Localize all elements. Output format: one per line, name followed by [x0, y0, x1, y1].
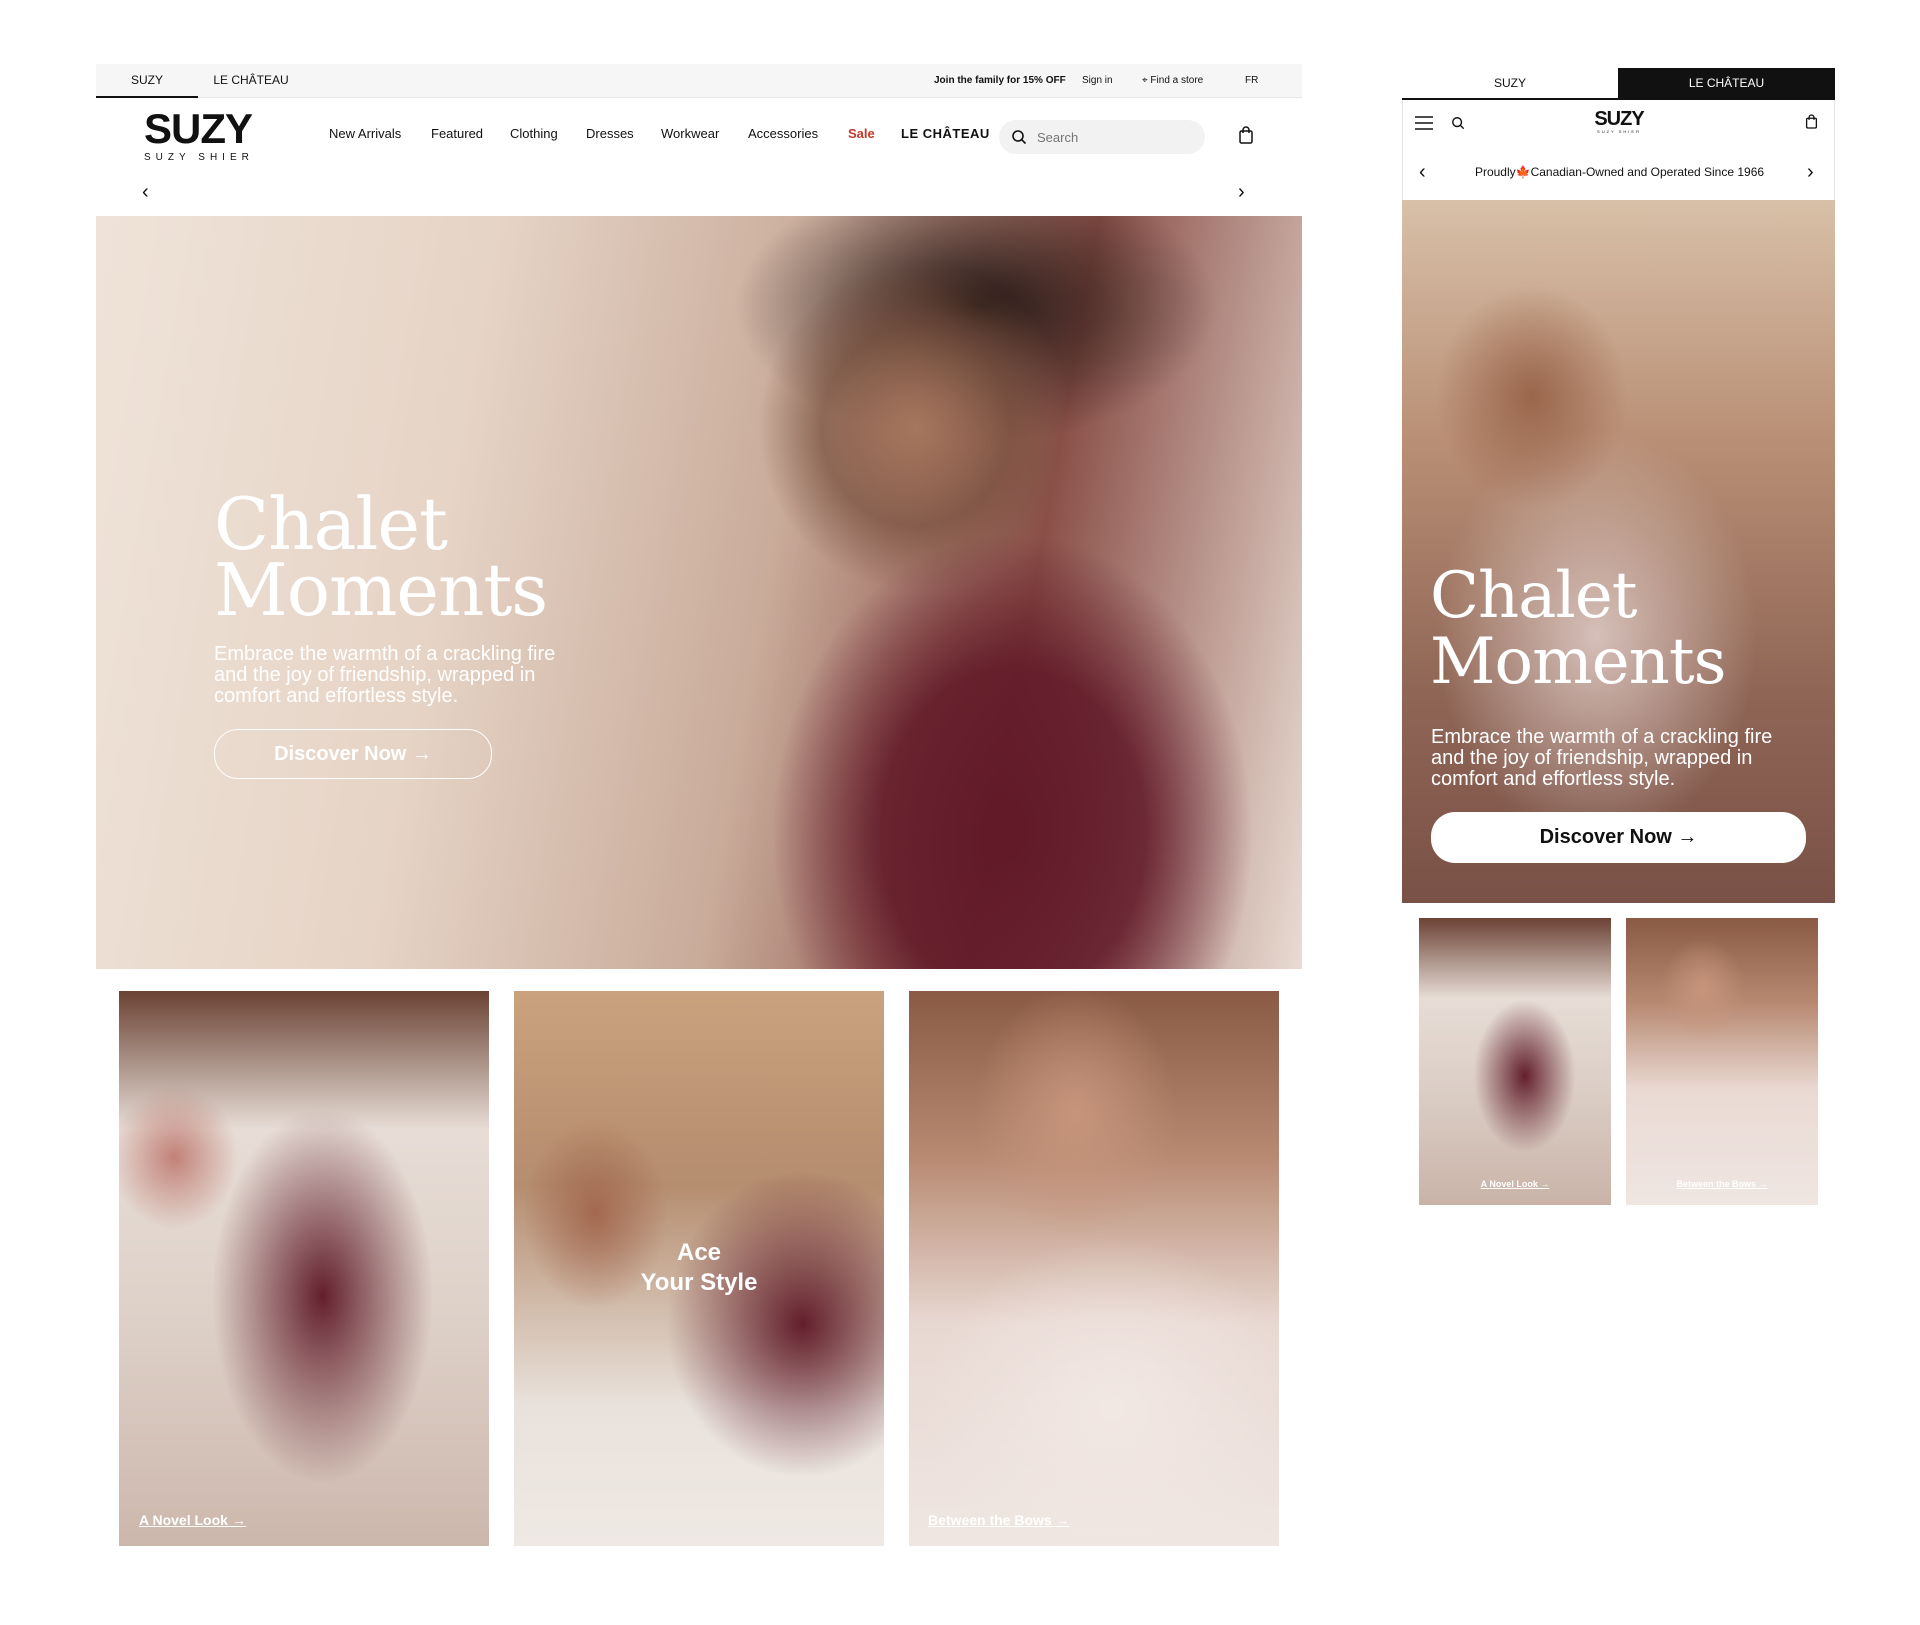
card-link-between-bows[interactable]: Between the Bows →	[928, 1512, 1070, 1528]
mobile-card-novel-look[interactable]: A Novel Look →	[1419, 918, 1611, 1205]
chevron-left-icon[interactable]: ‹	[142, 182, 149, 202]
mobile-hero-title-line2: Moments	[1430, 625, 1726, 699]
card-overlay-line2: Your Style	[640, 1269, 758, 1296]
brand-tab-suzy[interactable]: SUZY	[96, 64, 198, 98]
discover-now-button[interactable]: Discover Now →	[214, 729, 492, 779]
mobile-card-between-bows[interactable]: Between the Bows →	[1626, 918, 1818, 1205]
mobile-hero-banner[interactable]: Chalet Moments Embrace the warmth of a c…	[1402, 200, 1835, 903]
mobile-hero-title-line1: Chalet	[1430, 559, 1637, 633]
chevron-right-icon[interactable]: ›	[1238, 182, 1245, 202]
mobile-hero-subtitle: Embrace the warmth of a crackling fire a…	[1431, 726, 1773, 790]
nav-le-chateau[interactable]: LE CHÂTEAU	[901, 126, 990, 141]
mobile-brand-tabs: SUZY LE CHÂTEAU	[1402, 68, 1835, 100]
bag-icon[interactable]	[1238, 126, 1254, 144]
card-overlay-line1: Ace	[676, 1239, 722, 1266]
pin-icon: ⌖	[1142, 75, 1148, 86]
mobile-tab-suzy[interactable]: SUZY	[1402, 68, 1618, 98]
logo[interactable]: SUZY SUZY SHIER	[144, 105, 254, 164]
promo-join-link[interactable]: Join the family for 15% OFF	[934, 64, 1066, 98]
mobile-header: SUZY SUZY SHIER	[1402, 100, 1835, 148]
nav-sale[interactable]: Sale	[848, 126, 875, 141]
card-ace-your-style[interactable]: Ace Your Style	[514, 991, 884, 1546]
search-icon	[1012, 130, 1027, 145]
nav-new-arrivals[interactable]: New Arrivals	[329, 126, 401, 141]
chevron-right-icon[interactable]: ›	[1807, 162, 1814, 182]
search-icon[interactable]	[1451, 116, 1465, 130]
mobile-logo[interactable]: SUZY SUZY SHIER	[1579, 109, 1659, 134]
mobile-logo-subtitle: SUZY SHIER	[1597, 129, 1641, 134]
mobile-card-link-novel-look[interactable]: A Novel Look →	[1419, 1179, 1611, 1189]
nav-workwear[interactable]: Workwear	[661, 126, 719, 141]
mobile-card-link-between-bows[interactable]: Between the Bows →	[1626, 1179, 1818, 1189]
card-between-bows[interactable]: Between the Bows →	[909, 991, 1279, 1546]
language-toggle[interactable]: FR	[1245, 64, 1258, 98]
brand-tab-le-chateau[interactable]: LE CHÂTEAU	[198, 64, 304, 98]
sign-in-link[interactable]: Sign in	[1082, 64, 1113, 98]
card-link-novel-look[interactable]: A Novel Look →	[139, 1512, 246, 1528]
hero-title-line2: Moments	[214, 548, 548, 632]
nav-clothing[interactable]: Clothing	[510, 126, 558, 141]
search-input[interactable]	[1035, 126, 1195, 148]
desktop-brand-bar: SUZY LE CHÂTEAU Join the family for 15% …	[96, 64, 1302, 98]
hero-subtitle: Embrace the warmth of a crackling fire a…	[214, 643, 556, 707]
mobile-tab-le-chateau[interactable]: LE CHÂTEAU	[1618, 68, 1835, 98]
logo-wordmark: SUZY	[144, 105, 253, 152]
nav-dresses[interactable]: Dresses	[586, 126, 634, 141]
mobile-logo-wordmark: SUZY	[1594, 108, 1644, 130]
find-store-label: Find a store	[1150, 75, 1204, 86]
chevron-left-icon[interactable]: ‹	[1419, 162, 1426, 182]
hero-banner[interactable]: Chalet Moments Embrace the warmth of a c…	[96, 216, 1302, 969]
logo-subtitle: SUZY SHIER	[144, 152, 254, 163]
mobile-discover-now-button[interactable]: Discover Now →	[1431, 812, 1806, 863]
bag-icon[interactable]	[1805, 114, 1818, 129]
mobile-promo-bar: ‹ Proudly🍁Canadian-Owned and Operated Si…	[1402, 148, 1835, 200]
nav-featured[interactable]: Featured	[431, 126, 483, 141]
search-bar[interactable]	[999, 120, 1205, 154]
menu-icon[interactable]	[1415, 116, 1433, 130]
card-novel-look[interactable]: A Novel Look →	[119, 991, 489, 1546]
find-store-link[interactable]: ⌖ Find a store	[1142, 64, 1203, 98]
promo-message: Proudly🍁Canadian-Owned and Operated Sinc…	[1474, 165, 1765, 179]
nav-accessories[interactable]: Accessories	[748, 126, 818, 141]
desktop-header: SUZY SUZY SHIER New Arrivals Featured Cl…	[96, 98, 1302, 216]
